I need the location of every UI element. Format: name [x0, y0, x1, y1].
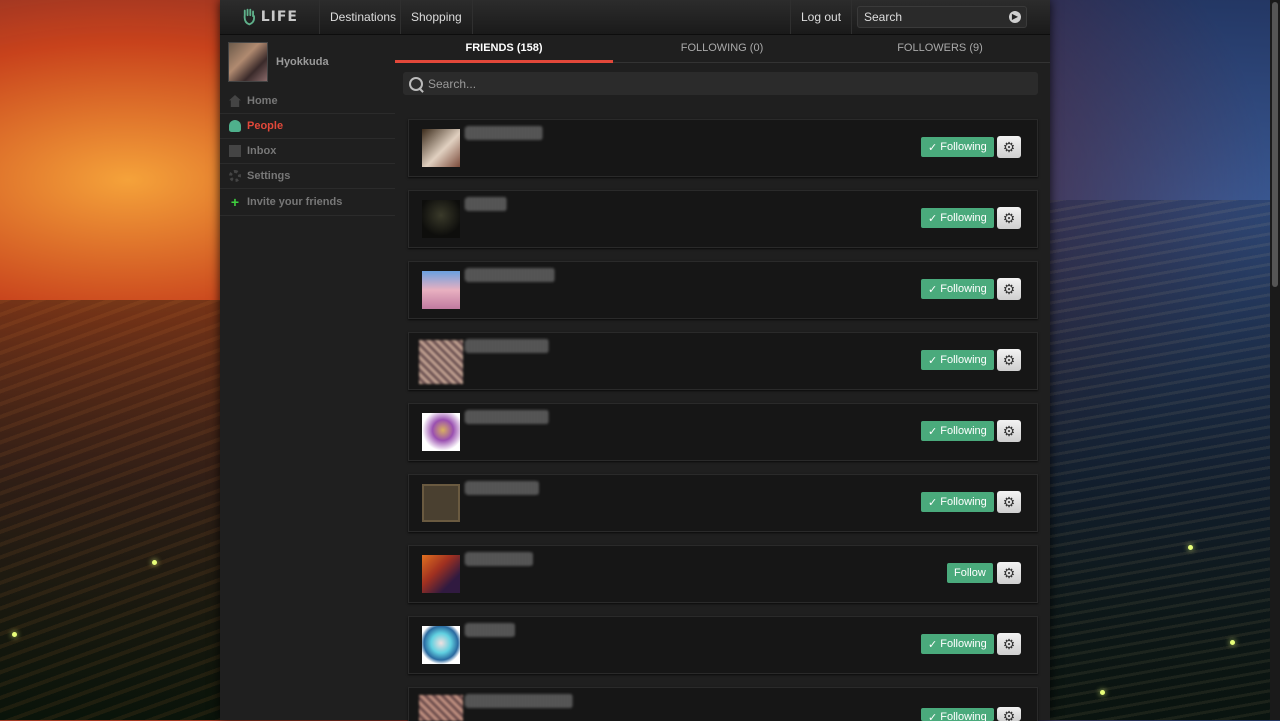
nav-shopping[interactable]: Shopping [400, 0, 473, 34]
blurred-name [465, 197, 507, 211]
list-item[interactable]: Follow ⚙ [408, 545, 1038, 603]
tab-followers[interactable]: FOLLOWERS (9) [831, 34, 1049, 61]
list-item[interactable]: ✓ Following ⚙ [408, 119, 1038, 177]
person-avatar[interactable] [422, 129, 460, 167]
following-button[interactable]: ✓ Following [921, 634, 994, 654]
gear-icon[interactable]: ⚙ [997, 420, 1021, 442]
person-avatar[interactable] [422, 555, 460, 593]
sidebar-item-label: Settings [247, 170, 291, 182]
search-icon [409, 76, 423, 91]
gear-icon[interactable]: ⚙ [997, 136, 1021, 158]
sidebar-item-label: Invite your friends [247, 196, 343, 208]
plus-icon: + [230, 194, 240, 210]
gear-icon[interactable]: ⚙ [997, 562, 1021, 584]
logo-text: LIFE [260, 9, 298, 25]
blurred-name [465, 623, 515, 637]
page-scrollbar[interactable] [1270, 0, 1280, 720]
second-life-logo[interactable]: LIFE [242, 4, 298, 30]
gear-icon[interactable]: ⚙ [997, 491, 1021, 513]
gear-icon[interactable]: ⚙ [997, 207, 1021, 229]
inbox-icon [229, 145, 241, 157]
following-button[interactable]: ✓ Following [921, 708, 994, 721]
person-avatar[interactable] [419, 695, 463, 721]
following-button[interactable]: ✓ Following [921, 208, 994, 228]
main-page: LIFE Destinations Shopping Log out Searc… [220, 0, 1050, 721]
sidebar: Hyokkuda Home People Inbox Settings + In… [220, 34, 395, 720]
following-button[interactable]: ✓ Following [921, 350, 994, 370]
list-item[interactable]: ✓ Following ⚙ [408, 687, 1038, 721]
blurred-name [465, 339, 549, 353]
firefly-decoration [1230, 640, 1235, 645]
person-avatar[interactable] [422, 413, 460, 451]
list-item[interactable]: ✓ Following ⚙ [408, 261, 1038, 319]
profile-header[interactable]: Hyokkuda [228, 42, 329, 82]
sidebar-item-label: People [247, 120, 284, 132]
gear-icon[interactable]: ⚙ [997, 278, 1021, 300]
blurred-name [465, 126, 543, 140]
tab-following[interactable]: FOLLOWING (0) [613, 34, 831, 61]
firefly-decoration [1100, 690, 1105, 695]
top-bar: LIFE Destinations Shopping Log out Searc… [220, 0, 1050, 35]
people-icon [229, 120, 241, 132]
sidebar-item-settings[interactable]: Settings [220, 164, 395, 189]
global-search-text: Search [864, 10, 903, 24]
sidebar-item-home[interactable]: Home [220, 89, 395, 114]
sidebar-item-label: Home [247, 95, 278, 107]
gear-icon[interactable]: ⚙ [997, 633, 1021, 655]
list-item[interactable]: ​ ✓ Following ⚙ [408, 474, 1038, 532]
person-avatar[interactable] [422, 200, 460, 238]
blurred-name [465, 552, 533, 566]
follow-button[interactable]: Follow [947, 563, 993, 583]
list-item[interactable]: ✓ Following ⚙ [408, 616, 1038, 674]
sidebar-item-label: Inbox [247, 145, 277, 157]
person-avatar[interactable] [419, 340, 463, 384]
sidebar-item-inbox[interactable]: Inbox [220, 139, 395, 164]
home-icon [229, 95, 241, 107]
following-button[interactable]: ✓ Following [921, 279, 994, 299]
sidebar-item-invite[interactable]: + Invite your friends [220, 189, 395, 216]
blurred-name [465, 481, 539, 495]
sidebar-item-people[interactable]: People [220, 114, 395, 139]
following-button[interactable]: ✓ Following [921, 137, 994, 157]
gear-icon[interactable]: ⚙ [997, 349, 1021, 371]
background-field-left [0, 300, 220, 720]
list-item[interactable]: ✓ Following ⚙ [408, 190, 1038, 248]
list-item[interactable]: ✓ Following ⚙ [408, 332, 1038, 390]
following-button[interactable]: ✓ Following [921, 492, 994, 512]
nav-destinations[interactable]: Destinations [319, 0, 406, 34]
following-button[interactable]: ✓ Following [921, 421, 994, 441]
profile-name[interactable]: Hyokkuda [276, 56, 329, 68]
global-search-input[interactable]: Search ▶ [857, 6, 1027, 28]
person-avatar[interactable]: ​ [422, 484, 460, 522]
avatar[interactable] [228, 42, 268, 82]
logout-link[interactable]: Log out [790, 0, 853, 34]
background-field-right [1050, 200, 1280, 720]
person-avatar[interactable] [422, 271, 460, 309]
blurred-name [465, 268, 555, 282]
settings-icon [229, 170, 241, 182]
people-search-input[interactable]: Search... [403, 72, 1038, 95]
firefly-decoration [12, 632, 17, 637]
gear-icon[interactable]: ⚙ [997, 707, 1021, 721]
scrollbar-thumb[interactable] [1272, 2, 1278, 287]
search-go-icon[interactable]: ▶ [1009, 11, 1021, 23]
hand-logo-icon [243, 8, 256, 26]
firefly-decoration [1188, 545, 1193, 550]
people-tabs: FRIENDS (158) FOLLOWING (0) FOLLOWERS (9… [395, 34, 1050, 63]
list-item[interactable]: ✓ Following ⚙ [408, 403, 1038, 461]
tab-friends[interactable]: FRIENDS (158) [395, 34, 613, 63]
blurred-name [465, 694, 573, 708]
blurred-name [465, 410, 549, 424]
firefly-decoration [152, 560, 157, 565]
people-search-placeholder: Search... [428, 76, 477, 91]
person-avatar[interactable] [422, 626, 460, 664]
